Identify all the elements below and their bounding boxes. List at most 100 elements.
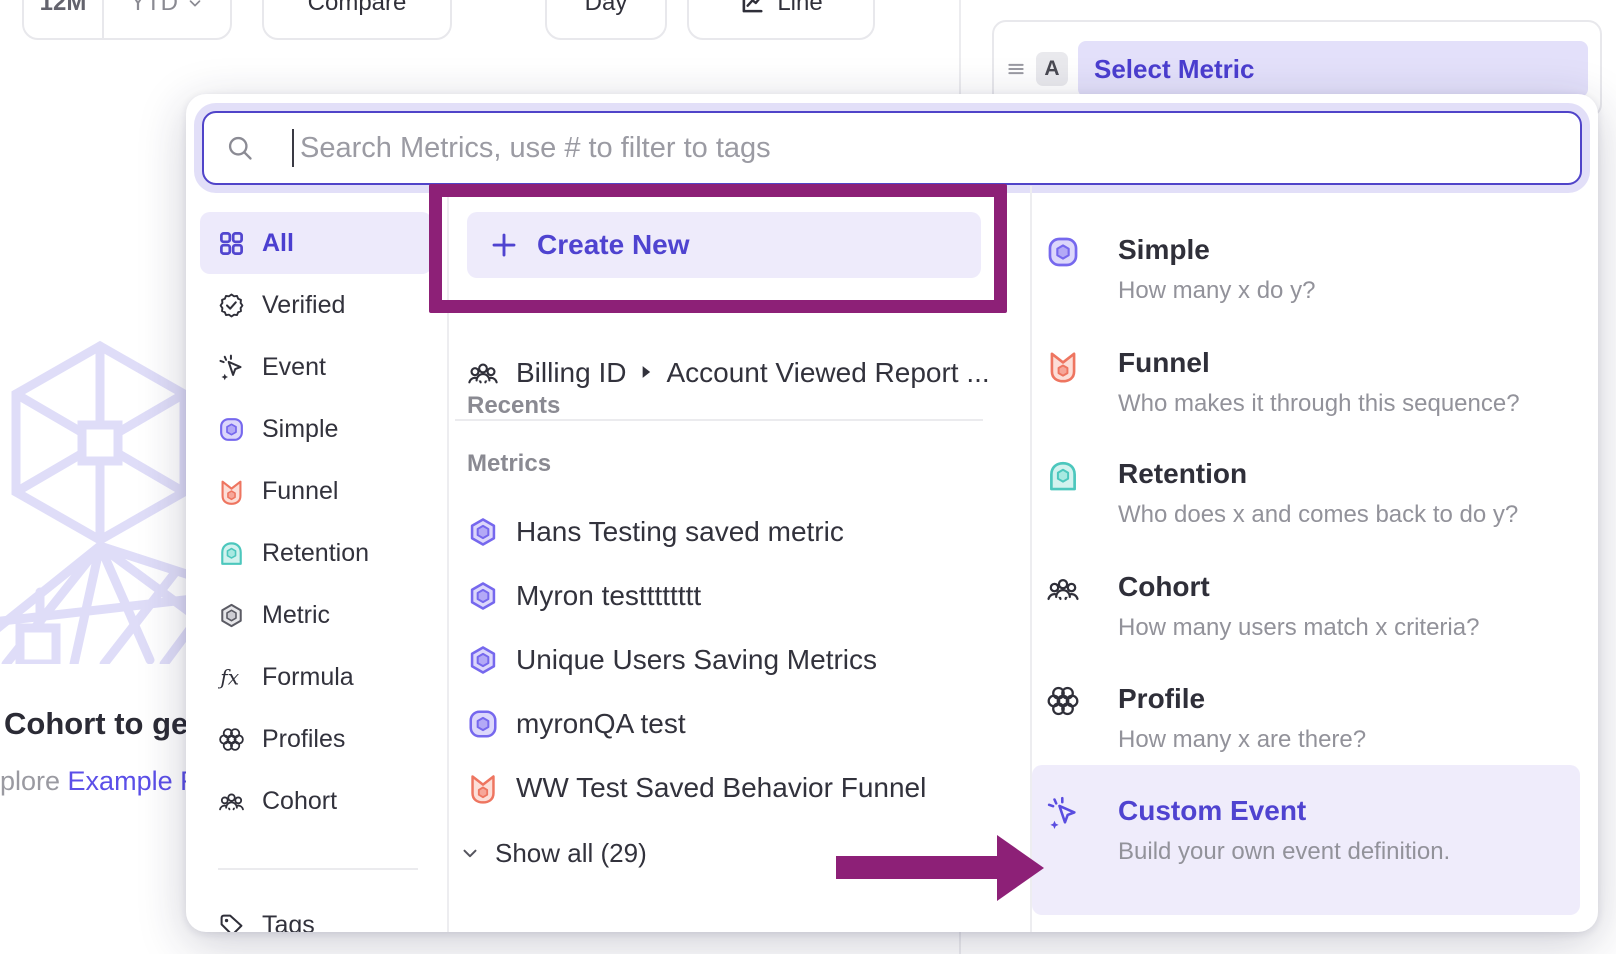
verified-badge-icon: [218, 292, 245, 319]
cohort-icon: [467, 357, 499, 389]
granularity-label: Day: [585, 0, 628, 17]
cohort-icon: [1046, 572, 1080, 606]
series-badge: A: [1036, 52, 1068, 86]
type-item-funnel[interactable]: Funnel Who makes it through this sequenc…: [1032, 346, 1588, 419]
type-description: Who does x and comes back to do y?: [1118, 500, 1588, 530]
retention-icon: [218, 540, 245, 567]
sidebar-item-label: Profiles: [262, 725, 345, 754]
range-12m-button[interactable]: 12M: [24, 0, 104, 38]
type-title: Custom Event: [1118, 794, 1588, 828]
type-item-simple[interactable]: Simple How many x do y?: [1032, 233, 1588, 306]
metric-list-item[interactable]: Hans Testing saved metric: [467, 501, 844, 563]
metric-item-label: Hans Testing saved metric: [516, 516, 844, 548]
sidebar-item-label: Retention: [262, 539, 369, 568]
chevron-down-icon: [459, 842, 481, 864]
metrics-header: Metrics: [467, 450, 551, 478]
funnel-icon: [1046, 348, 1080, 384]
sidebar-item-event[interactable]: Event: [200, 336, 432, 398]
profiles-icon: [218, 726, 245, 753]
type-item-profile[interactable]: Profile How many x are there?: [1032, 682, 1588, 755]
sidebar-item-tags[interactable]: Tags: [200, 894, 432, 932]
annotation-arrow: [836, 856, 998, 879]
empty-state-subtext-fragment: plore: [0, 766, 68, 796]
sidebar-item-profiles[interactable]: Profiles: [200, 708, 432, 770]
sidebar-item-all[interactable]: All: [200, 212, 432, 274]
sidebar-item-cohort[interactable]: Cohort: [200, 770, 432, 832]
sidebar-item-label: Simple: [262, 415, 338, 444]
type-description: How many x are there?: [1118, 725, 1588, 755]
metric-item-label: myronQA test: [516, 708, 686, 740]
sidebar-item-retention[interactable]: Retention: [200, 522, 432, 584]
metric-list-item[interactable]: WW Test Saved Behavior Funnel: [467, 757, 926, 819]
event-cursor-icon: [218, 354, 245, 381]
text-caret: [292, 129, 294, 167]
type-description: Who makes it through this sequence?: [1118, 389, 1588, 419]
custom-event-icon: [1046, 796, 1080, 830]
example-reports-link[interactable]: Example R: [68, 766, 189, 796]
range-12m-label: 12M: [40, 0, 87, 17]
granularity-button[interactable]: Day: [545, 0, 667, 40]
metric-list-item[interactable]: Unique Users Saving Metrics: [467, 629, 877, 691]
select-metric-button[interactable]: Select Metric: [1078, 41, 1588, 97]
compare-label: Compare: [308, 0, 407, 17]
funnel-icon: [467, 771, 499, 805]
retention-icon: [1046, 459, 1080, 493]
simple-icon: [467, 708, 499, 740]
sidebar-item-verified[interactable]: Verified: [200, 274, 432, 336]
type-item-custom-event[interactable]: Custom Event Build your own event defini…: [1032, 794, 1588, 867]
sidebar-item-label: All: [262, 229, 294, 258]
type-description: How many x do y?: [1118, 276, 1588, 306]
metric-hexagon-icon: [467, 580, 499, 612]
empty-state: Cohort to ge plore Example R: [0, 700, 189, 830]
search-input[interactable]: Search Metrics, use # to filter to tags: [202, 111, 1582, 185]
sidebar-item-metric[interactable]: Metric: [200, 584, 432, 646]
date-range-segmented-control[interactable]: 12M YTD: [22, 0, 232, 40]
select-metric-label: Select Metric: [1094, 54, 1254, 85]
chart-type-label: Line: [777, 0, 822, 17]
search-placeholder: Search Metrics, use # to filter to tags: [300, 132, 771, 165]
sidebar-item-simple[interactable]: Simple: [200, 398, 432, 460]
app-screen: 12M YTD Compare Day Line Cohort to ge pl…: [0, 0, 1616, 954]
simple-icon: [1046, 235, 1080, 269]
drag-handle-icon[interactable]: [1006, 59, 1026, 79]
chart-type-button[interactable]: Line: [687, 0, 875, 40]
sidebar-item-label: Event: [262, 353, 326, 382]
sidebar-item-label: Cohort: [262, 787, 337, 816]
type-description: How many users match x criteria?: [1118, 613, 1588, 643]
type-description: Build your own event definition.: [1118, 837, 1588, 867]
show-all-button[interactable]: Show all (29): [459, 828, 647, 878]
type-item-cohort[interactable]: Cohort How many users match x criteria?: [1032, 570, 1588, 643]
metric-list-item[interactable]: myronQA test: [467, 693, 686, 755]
recent-item-prefix: Billing ID: [516, 357, 626, 388]
sidebar-item-label: Formula: [262, 663, 354, 692]
metric-hexagon-icon: [467, 644, 499, 676]
metric-list-item[interactable]: Myron testttttttt: [467, 565, 701, 627]
sidebar-item-funnel[interactable]: Funnel: [200, 460, 432, 522]
type-title: Profile: [1118, 682, 1588, 716]
recents-divider: [455, 419, 983, 421]
range-ytd-button[interactable]: YTD: [104, 0, 230, 38]
annotation-arrow-head: [997, 835, 1044, 901]
funnel-icon: [218, 477, 245, 506]
tag-icon: [218, 912, 245, 933]
type-title: Funnel: [1118, 346, 1588, 380]
metric-item-label: WW Test Saved Behavior Funnel: [516, 772, 926, 804]
recent-item[interactable]: Billing ID Account Viewed Report ...: [467, 342, 990, 404]
type-title: Simple: [1118, 233, 1588, 267]
metric-item-label: Unique Users Saving Metrics: [516, 644, 877, 676]
breadcrumb-arrow-icon: [636, 362, 656, 382]
compare-button[interactable]: Compare: [262, 0, 452, 40]
profiles-icon: [1046, 684, 1080, 718]
type-title: Cohort: [1118, 570, 1588, 604]
sidebar-item-formula[interactable]: Formula: [200, 646, 432, 708]
type-item-retention[interactable]: Retention Who does x and comes back to d…: [1032, 457, 1588, 530]
type-title: Retention: [1118, 457, 1588, 491]
empty-state-heading: Cohort to ge: [4, 706, 188, 742]
search-icon: [226, 134, 254, 162]
empty-state-subtext: plore Example R: [0, 766, 189, 797]
grid-icon: [218, 230, 245, 257]
cohort-icon: [218, 788, 245, 815]
sidebar-item-label: Metric: [262, 601, 330, 630]
sidebar-item-label: Tags: [262, 911, 315, 933]
recent-item-suffix: Account Viewed Report ...: [666, 357, 989, 388]
